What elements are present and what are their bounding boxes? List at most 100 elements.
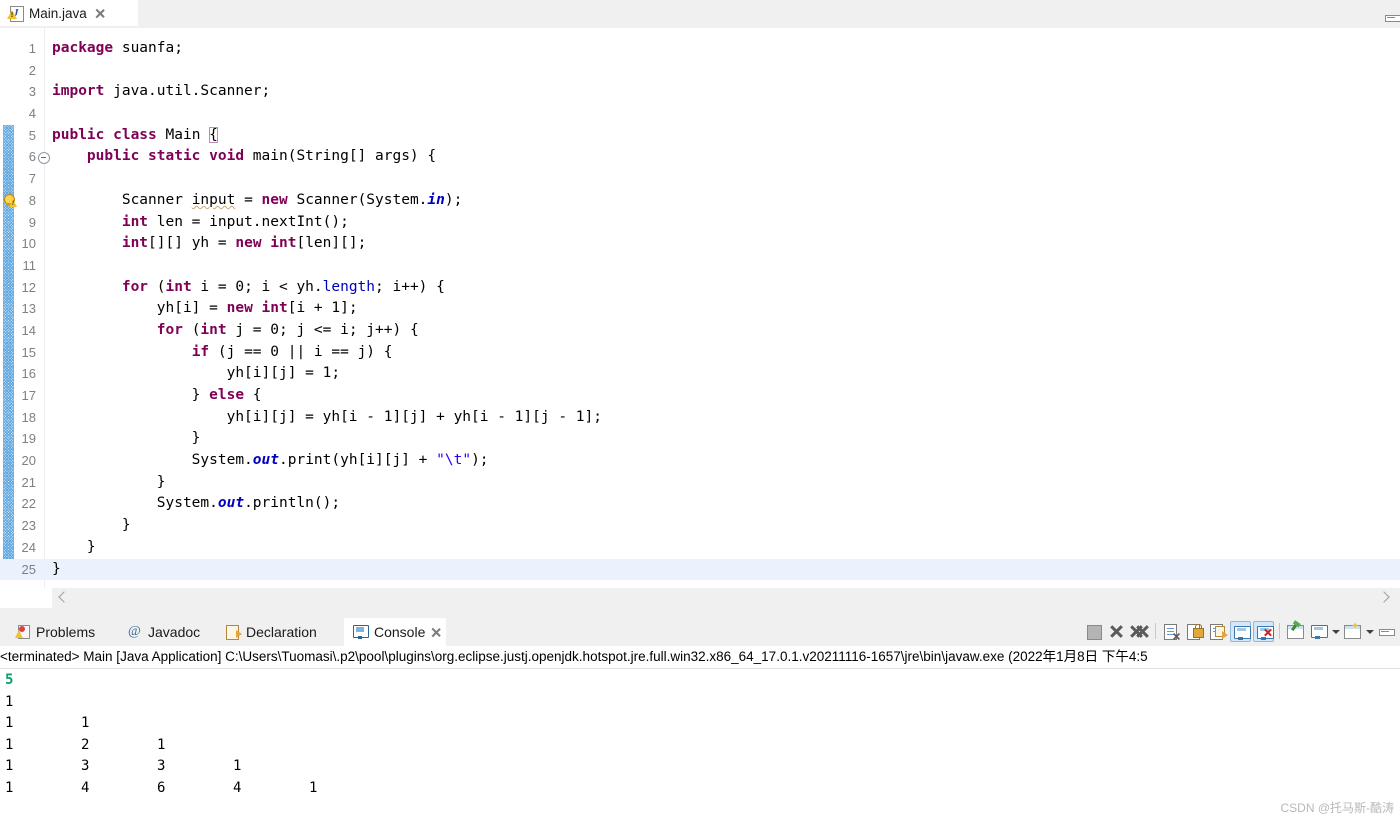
line-number: 16 [21,366,36,382]
editor-tab-main-java[interactable]: Main.java [0,0,138,26]
remove-all-terminated-button[interactable] [1129,621,1150,642]
editor-tab-bar: Main.java [0,0,1400,26]
code-line[interactable]: 3 import java.util.Scanner; [0,81,1400,103]
code-line[interactable]: 17 } else { [0,385,1400,407]
chevron-right-icon[interactable] [1377,588,1394,608]
console-output: 5111121133114641 [5,670,1395,799]
line-number: 23 [21,518,36,534]
editor-tab-label: Main.java [29,5,87,21]
editor-horizontal-scrollbar[interactable] [52,588,1400,608]
close-icon[interactable] [94,7,107,20]
console-toolbar: ✦ [1082,618,1398,644]
tab-console[interactable]: Console [344,618,446,646]
word-wrap-button[interactable] [1207,621,1228,642]
line-number: 12 [21,279,36,295]
scroll-lock-button[interactable] [1184,621,1205,642]
open-console-button[interactable]: ✦ [1342,621,1363,642]
show-console-on-error-button[interactable] [1253,620,1274,642]
line-number: 19 [21,431,36,447]
clear-console-button[interactable] [1161,621,1182,642]
collapse-fold-icon[interactable] [38,152,50,165]
code-text: } else { [52,387,262,403]
code-text: public static void main(String[] args) { [86,148,437,165]
code-text: int[][] yh = new int[len][]; [121,235,367,252]
code-text: for (int i = 0; i < yh.length; i++) { [121,278,445,295]
line-number: 25 [21,561,36,577]
console-line: 121 [5,736,166,753]
console-line: 5 [5,672,14,688]
code-line[interactable]: 25} [0,558,1400,581]
chevron-down-icon[interactable] [1330,621,1341,641]
declaration-icon [224,624,242,640]
line-number: 3 [28,84,36,100]
problems-icon [14,624,31,640]
code-line[interactable]: 20 System.out.print(yh[i][j] + "\t"); [0,450,1400,472]
code-text: Scanner input = new Scanner(System.in); [52,191,463,208]
tab-label: Problems [36,624,96,640]
code-line[interactable]: 19 } [0,428,1400,450]
console-line: 14641 [5,779,318,796]
code-text: int len = input.nextInt(); [121,213,349,230]
tab-javadoc[interactable]: @ Javadoc [118,618,216,646]
console-header-divider [0,668,1400,669]
code-line[interactable]: 8 Scanner input = new Scanner(System.in)… [0,190,1400,212]
line-number: 10 [21,236,36,252]
code-editor[interactable]: 1 package suanfa; 2 3 import java.util.Scann… [0,28,1400,588]
line-number: 1 [28,41,36,56]
code-lines: 1 package suanfa; 2 3 import java.util.Scann… [0,38,1400,581]
stop-button[interactable] [1083,621,1104,642]
code-line[interactable]: 2 [0,60,1400,82]
toolbar-separator [1279,623,1280,639]
watermark: CSDN @托马斯-酷涛 [1280,801,1394,815]
code-line[interactable]: 24 } [0,537,1400,559]
line-number: 5 [28,127,36,143]
code-line[interactable]: 16 yh[i][j] = 1; [0,363,1400,385]
code-line[interactable]: 21 } [0,472,1400,494]
line-number: 21 [21,474,36,490]
tab-declaration[interactable]: Declaration [216,618,344,646]
close-icon[interactable] [433,626,438,639]
javadoc-at-icon: @ [128,624,141,639]
tab-problems[interactable]: Problems [6,618,118,646]
line-number: 13 [21,301,36,317]
code-line[interactable]: 22 System.out.println(); [0,493,1400,515]
code-line[interactable]: 13 yh[i] = new int[i + 1]; [0,298,1400,320]
eclipse-ide-window: Main.java 1 package suanfa; 2 3import java.… [0,0,1400,820]
show-console-on-output-button[interactable] [1230,620,1251,642]
code-text: if (j == 0 || i == j) { [191,343,393,360]
code-text: System.out.println(); [52,495,341,512]
code-line[interactable]: 14 for (int j = 0; j <= i; j++) { [0,320,1400,342]
line-number: 2 [28,62,36,78]
code-text: } [52,560,61,577]
code-line[interactable]: 9 int len = input.nextInt(); [0,212,1400,234]
code-line[interactable]: 11 [0,255,1400,277]
console-icon [352,624,369,640]
code-line[interactable]: 4 [0,103,1400,125]
quickfix-warning-bulb-icon[interactable] [3,193,18,208]
code-line[interactable]: 12 for (int i = 0; i < yh.length; i++) { [0,277,1400,299]
code-line[interactable]: 6 public static void main(String[] args)… [0,146,1400,168]
code-text: } [52,473,166,490]
chevron-left-icon[interactable] [55,588,72,608]
pin-console-button[interactable] [1285,621,1306,642]
terminate-button[interactable] [1106,621,1127,642]
code-line[interactable]: 15 if (j == 0 || i == j) { [0,342,1400,364]
code-text: System.out.print(yh[i][j] + "\t"); [52,452,489,469]
chevron-down-icon[interactable] [1364,621,1375,641]
code-line[interactable]: 5 public class Main { [0,125,1400,147]
console-terminated-line: <terminated> Main [Java Application] C:\… [0,649,1148,664]
code-line[interactable]: 18 yh[i][j] = yh[i - 1][j] + yh[i - 1][j… [0,407,1400,429]
line-number: 18 [21,409,36,425]
code-text: package suanfa; [52,40,183,56]
code-text: yh[i][j] = yh[i - 1][j] + yh[i - 1][j - … [52,408,602,425]
code-line[interactable]: 23 } [0,515,1400,537]
display-selected-console-button[interactable] [1308,621,1329,642]
code-text: } [52,517,131,534]
code-line[interactable]: 7 [0,168,1400,190]
console-body[interactable]: <terminated> Main [Java Application] C:\… [0,646,1400,820]
minimize-panel-button[interactable] [1376,621,1397,642]
minimize-icon[interactable] [1382,7,1400,22]
code-line[interactable]: 10 int[][] yh = new int[len][]; [0,233,1400,255]
code-text: yh[i][j] = 1; [52,365,341,382]
code-line[interactable]: 1 package suanfa; [0,38,1400,60]
